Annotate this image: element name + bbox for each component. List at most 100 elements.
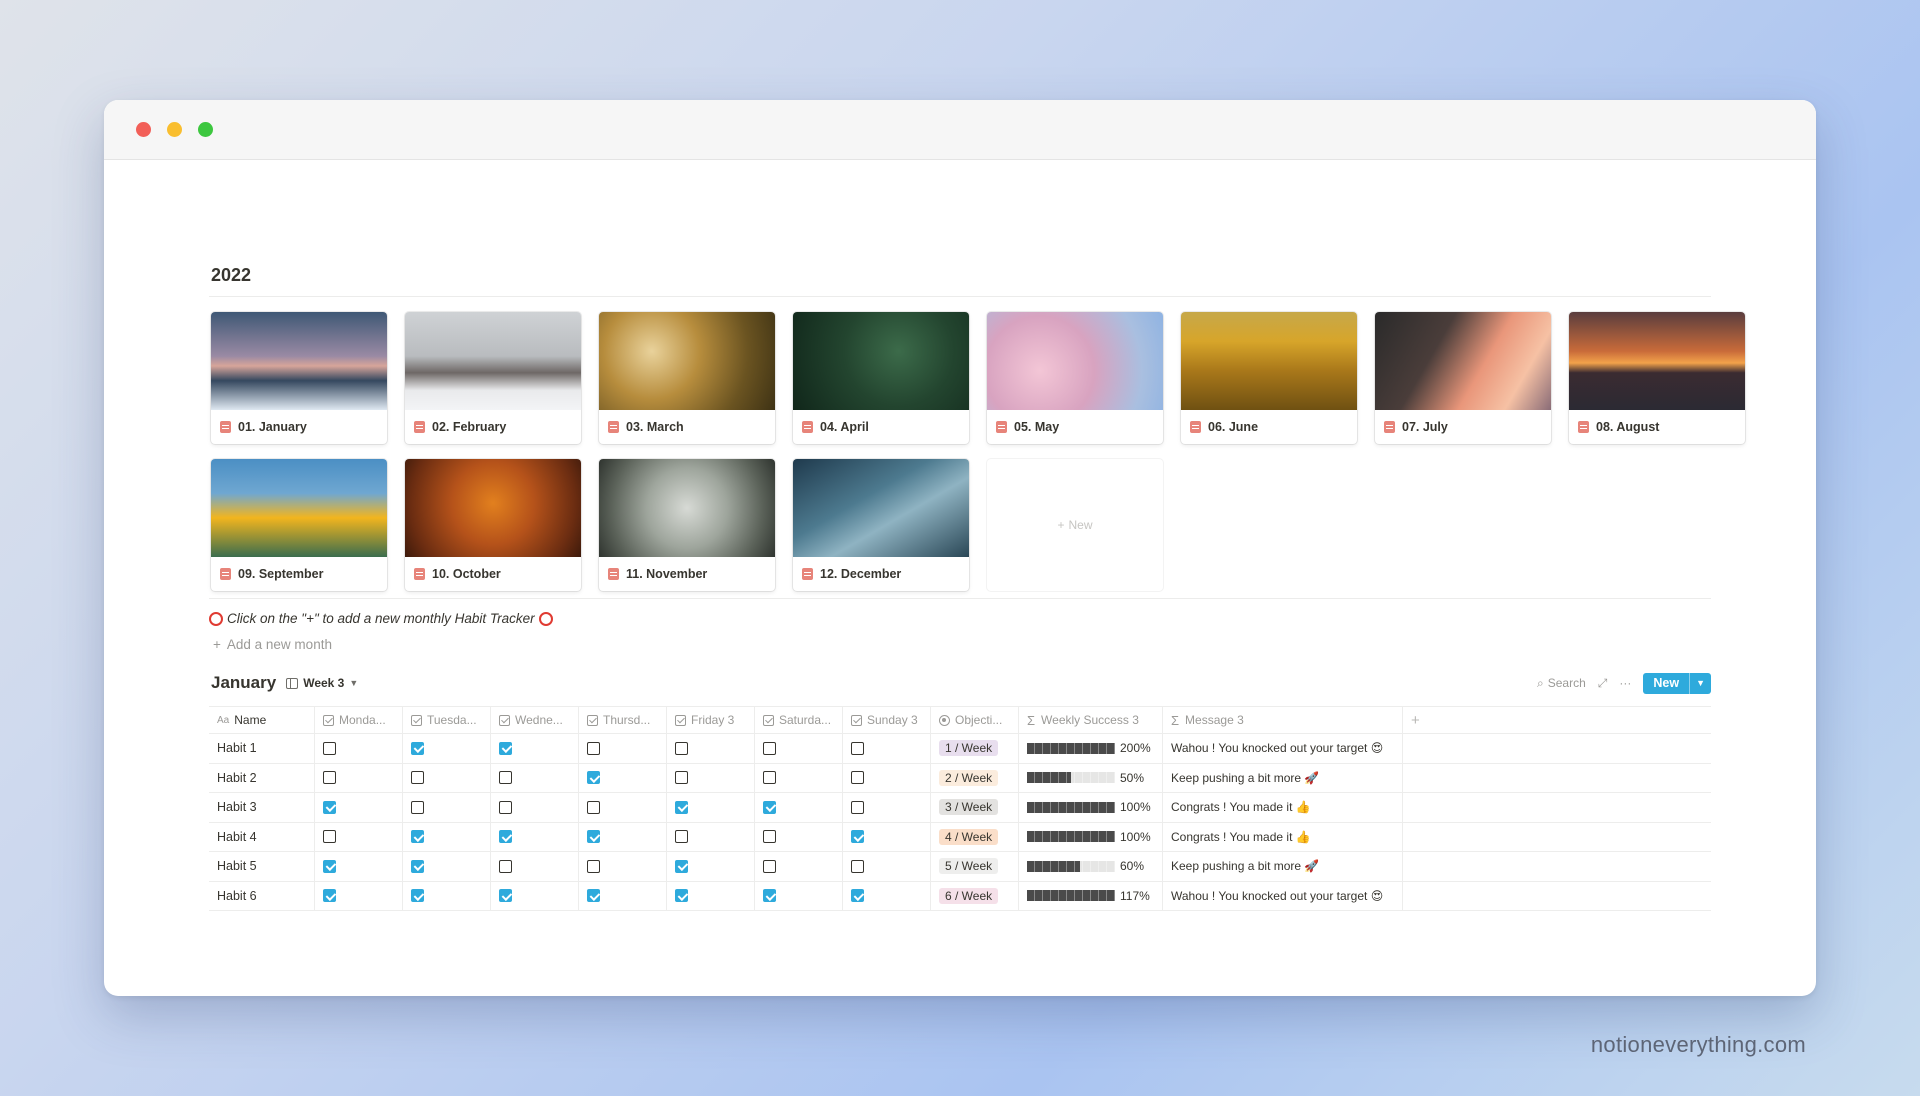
unchecked-checkbox[interactable] — [851, 859, 864, 873]
month-card[interactable]: 05. May — [987, 312, 1163, 444]
column-header[interactable]: Saturda... — [755, 707, 843, 733]
checked-checkbox[interactable] — [499, 889, 512, 903]
month-card[interactable]: 08. August — [1569, 312, 1745, 444]
unchecked-checkbox[interactable] — [675, 830, 688, 844]
objective-cell[interactable]: 4 / Week — [931, 822, 1019, 851]
view-switcher[interactable]: Week 3 ▼ — [286, 676, 358, 690]
unchecked-checkbox[interactable] — [411, 800, 424, 814]
objective-cell[interactable]: 3 / Week — [931, 793, 1019, 822]
minimize-window-button[interactable] — [167, 122, 182, 137]
objective-cell[interactable]: 1 / Week — [931, 734, 1019, 763]
new-card-button[interactable]: + New — [987, 459, 1163, 591]
column-header-label: Monda... — [339, 713, 386, 727]
unchecked-checkbox[interactable] — [675, 771, 688, 785]
column-header[interactable]: Monda... — [315, 707, 403, 733]
column-header[interactable]: Thursd... — [579, 707, 667, 733]
month-card[interactable]: 04. April — [793, 312, 969, 444]
expand-icon[interactable]: ⤢ — [1598, 676, 1608, 691]
month-card[interactable]: 10. October — [405, 459, 581, 591]
add-column-button[interactable]: + — [1403, 707, 1453, 733]
month-card[interactable]: 07. July — [1375, 312, 1551, 444]
checked-checkbox[interactable] — [763, 889, 776, 903]
habit-name-cell[interactable]: Habit 4 — [209, 822, 315, 851]
maximize-window-button[interactable] — [198, 122, 213, 137]
database-title[interactable]: January — [211, 673, 276, 693]
unchecked-checkbox[interactable] — [763, 771, 776, 785]
habit-name-cell[interactable]: Habit 3 — [209, 793, 315, 822]
calendar-icon — [802, 421, 813, 433]
checked-checkbox[interactable] — [411, 889, 424, 903]
checked-checkbox[interactable] — [675, 800, 688, 814]
checked-checkbox[interactable] — [763, 800, 776, 814]
month-card[interactable]: 03. March — [599, 312, 775, 444]
checked-checkbox[interactable] — [411, 859, 424, 873]
day-cell — [315, 763, 403, 792]
unchecked-checkbox[interactable] — [851, 771, 864, 785]
calendar-icon — [1578, 421, 1589, 433]
progress-bar-fill — [1027, 772, 1071, 784]
checked-checkbox[interactable] — [851, 830, 864, 844]
checked-checkbox[interactable] — [499, 830, 512, 844]
more-options-icon[interactable]: ··· — [1619, 676, 1631, 690]
day-cell — [667, 734, 755, 763]
unchecked-checkbox[interactable] — [323, 830, 336, 844]
checked-checkbox[interactable] — [323, 889, 336, 903]
chevron-down-icon[interactable]: ▼ — [1689, 672, 1711, 694]
unchecked-checkbox[interactable] — [499, 771, 512, 785]
habit-name-cell[interactable]: Habit 1 — [209, 734, 315, 763]
column-header[interactable]: Friday 3 — [667, 707, 755, 733]
unchecked-checkbox[interactable] — [587, 859, 600, 873]
message-cell: Congrats ! You made it 👍 — [1163, 793, 1403, 822]
new-entry-button[interactable]: New ▼ — [1643, 672, 1711, 694]
unchecked-checkbox[interactable] — [323, 771, 336, 785]
month-card[interactable]: 02. February — [405, 312, 581, 444]
month-card[interactable]: 11. November — [599, 459, 775, 591]
unchecked-checkbox[interactable] — [499, 859, 512, 873]
column-header[interactable]: Sunday 3 — [843, 707, 931, 733]
unchecked-checkbox[interactable] — [763, 830, 776, 844]
checked-checkbox[interactable] — [411, 741, 424, 755]
objective-cell[interactable]: 2 / Week — [931, 763, 1019, 792]
add-month-button[interactable]: + Add a new month — [213, 637, 332, 652]
checked-checkbox[interactable] — [587, 830, 600, 844]
month-card[interactable]: 12. December — [793, 459, 969, 591]
unchecked-checkbox[interactable] — [675, 741, 688, 755]
checked-checkbox[interactable] — [587, 771, 600, 785]
unchecked-checkbox[interactable] — [499, 800, 512, 814]
unchecked-checkbox[interactable] — [763, 859, 776, 873]
unchecked-checkbox[interactable] — [851, 741, 864, 755]
day-cell — [667, 763, 755, 792]
habit-name-cell[interactable]: Habit 5 — [209, 852, 315, 881]
search-button[interactable]: ⌕ Search — [1537, 676, 1586, 691]
checked-checkbox[interactable] — [499, 741, 512, 755]
objective-tag: 6 / Week — [939, 887, 999, 904]
unchecked-checkbox[interactable] — [763, 741, 776, 755]
column-header[interactable]: Tuesda... — [403, 707, 491, 733]
column-header[interactable]: Σ Weekly Success 3 — [1019, 707, 1163, 733]
month-card[interactable]: 01. January — [211, 312, 387, 444]
month-card[interactable]: 06. June — [1181, 312, 1357, 444]
checked-checkbox[interactable] — [323, 800, 336, 814]
checked-checkbox[interactable] — [675, 859, 688, 873]
habit-name-cell[interactable]: Habit 6 — [209, 881, 315, 910]
checked-checkbox[interactable] — [675, 889, 688, 903]
unchecked-checkbox[interactable] — [411, 771, 424, 785]
unchecked-checkbox[interactable] — [587, 800, 600, 814]
habit-name-cell[interactable]: Habit 2 — [209, 763, 315, 792]
unchecked-checkbox[interactable] — [851, 800, 864, 814]
column-header[interactable]: Σ Message 3 — [1163, 707, 1403, 733]
unchecked-checkbox[interactable] — [587, 741, 600, 755]
unchecked-checkbox[interactable] — [323, 741, 336, 755]
checked-checkbox[interactable] — [851, 889, 864, 903]
column-header[interactable]: Aa Name — [209, 707, 315, 733]
objective-cell[interactable]: 5 / Week — [931, 852, 1019, 881]
month-card[interactable]: 09. September — [211, 459, 387, 591]
column-header[interactable]: Objecti... — [931, 707, 1019, 733]
day-cell — [403, 822, 491, 851]
checked-checkbox[interactable] — [587, 889, 600, 903]
column-header[interactable]: Wedne... — [491, 707, 579, 733]
checked-checkbox[interactable] — [411, 830, 424, 844]
checked-checkbox[interactable] — [323, 859, 336, 873]
close-window-button[interactable] — [136, 122, 151, 137]
objective-cell[interactable]: 6 / Week — [931, 881, 1019, 910]
